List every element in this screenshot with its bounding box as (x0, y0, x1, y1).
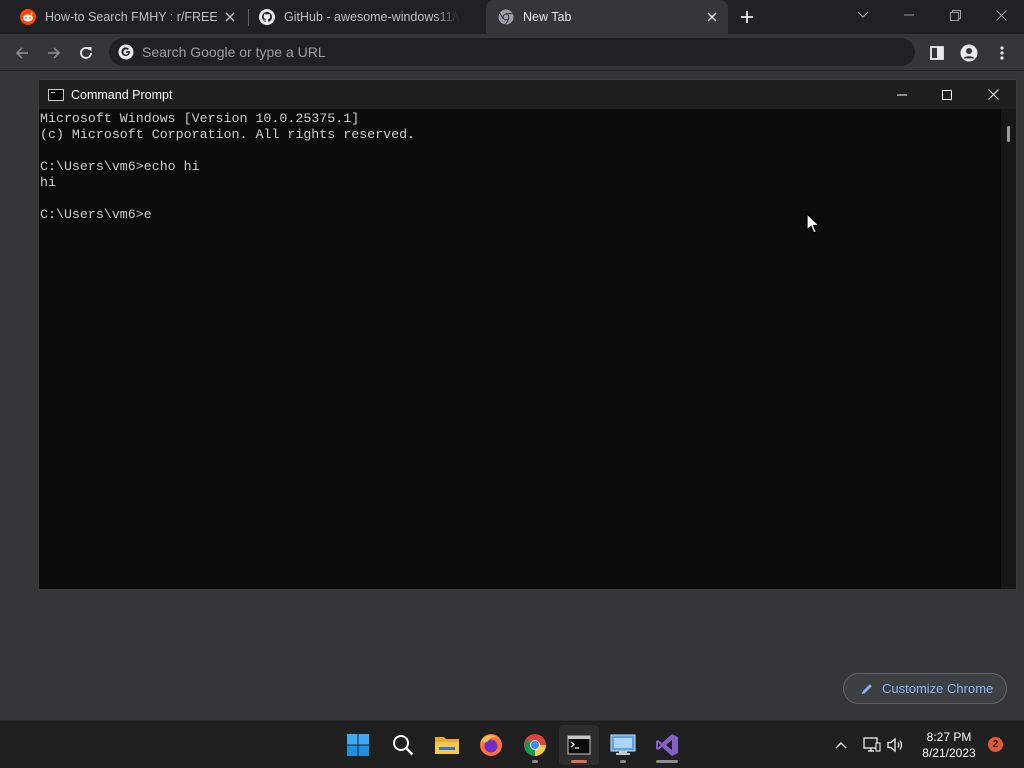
close-icon (987, 89, 999, 100)
pencil-icon (862, 683, 872, 694)
tab-reddit[interactable]: How-to Search FMHY : r/FREEMEDIAHECKYEAH (8, 0, 246, 34)
running-indicator (532, 760, 538, 763)
github-icon (259, 9, 275, 25)
terminal-icon (567, 735, 591, 755)
reddit-icon (20, 9, 36, 25)
cmd-maximize-button[interactable] (924, 80, 970, 109)
plus-icon (741, 11, 753, 23)
tab-github[interactable]: GitHub - awesome-windows11/windows11 (250, 0, 486, 34)
running-indicator (620, 760, 626, 763)
volume-button[interactable] (886, 735, 906, 755)
notification-badge[interactable]: 2 (988, 737, 1003, 752)
chevron-up-icon (835, 742, 847, 749)
kebab-menu-icon (1000, 46, 1004, 60)
maximize-icon (942, 89, 952, 100)
cmd-minimize-button[interactable] (879, 80, 925, 109)
forward-arrow-icon (48, 47, 61, 59)
new-tab-button[interactable] (736, 6, 758, 28)
remote-desktop-icon (610, 734, 636, 755)
search-button[interactable] (383, 725, 423, 765)
chrome-icon (498, 9, 514, 25)
visual-studio-icon (656, 734, 678, 756)
running-indicator (656, 760, 678, 763)
file-explorer-button[interactable] (427, 725, 467, 765)
remote-desktop-button[interactable] (603, 725, 643, 765)
reload-button[interactable] (74, 41, 98, 65)
close-tab-icon[interactable] (222, 9, 238, 25)
taskbar-clock[interactable]: 8:27 PM 8/21/2023 (914, 729, 984, 761)
restore-button[interactable] (932, 0, 978, 30)
side-panel-button[interactable] (925, 41, 949, 65)
forward-button[interactable] (42, 41, 66, 65)
profile-button[interactable] (957, 41, 981, 65)
clock-time: 8:27 PM (926, 730, 972, 744)
firefox-button[interactable] (471, 725, 511, 765)
back-button[interactable] (10, 41, 34, 65)
customize-chrome-label: Customize Chrome (882, 681, 994, 696)
chrome-icon (524, 734, 546, 756)
mouse-pointer-icon (806, 213, 820, 234)
chrome-taskbar-button[interactable] (515, 725, 555, 765)
cmd-scrollbar[interactable] (1001, 109, 1016, 589)
taskbar: 8:27 PM 8/21/2023 2 (0, 720, 1024, 768)
chevron-down-icon (857, 11, 869, 18)
folder-icon (435, 737, 459, 754)
reload-icon (80, 47, 92, 59)
omnibox[interactable] (109, 38, 915, 66)
customize-chrome-button[interactable]: Customize Chrome (843, 673, 1007, 704)
console-line: (c) Microsoft Corporation. All rights re… (40, 127, 416, 142)
profile-icon (960, 44, 978, 62)
firefox-icon (480, 734, 502, 756)
back-arrow-icon (15, 47, 28, 59)
tab-new-tab[interactable]: New Tab (486, 0, 728, 34)
minimize-button[interactable] (886, 0, 932, 30)
cmd-close-button[interactable] (970, 80, 1016, 109)
speaker-icon (887, 737, 903, 753)
chrome-menu-button[interactable] (990, 41, 1014, 65)
browser-toolbar (0, 34, 1024, 71)
close-tab-icon[interactable] (704, 9, 720, 25)
console-line: hi (40, 175, 56, 190)
tab-strip: How-to Search FMHY : r/FREEMEDIAHECKYEAH… (0, 0, 1024, 34)
minimize-icon (897, 94, 907, 95)
command-prompt-taskbar-button[interactable] (559, 725, 599, 765)
command-prompt-window[interactable]: Command Prompt Microsoft Windows [Versio… (38, 79, 1017, 590)
cmd-app-icon (48, 88, 64, 101)
tab-title: How-to Search FMHY : r/FREEMEDIAHECKYEAH (45, 10, 217, 24)
search-icon (393, 735, 414, 756)
console-prompt-line: C:\Users\vm6>e (40, 207, 152, 222)
close-window-button[interactable] (978, 0, 1024, 30)
start-button[interactable] (338, 725, 378, 765)
tab-search-button[interactable] (840, 0, 886, 30)
cmd-scrollbar-thumb[interactable] (1007, 126, 1010, 142)
omnibox-input[interactable] (142, 44, 882, 60)
clock-date: 8/21/2023 (922, 746, 976, 760)
console-line: C:\Users\vm6>echo hi (40, 159, 200, 174)
google-g-icon (118, 44, 134, 60)
tab-title: New Tab (523, 10, 572, 24)
windows-icon (347, 734, 369, 756)
minimize-icon (904, 14, 914, 16)
console-line: Microsoft Windows [Version 10.0.25375.1] (40, 111, 360, 126)
cmd-title-bar[interactable]: Command Prompt (39, 80, 1016, 109)
restore-icon (949, 9, 961, 21)
console-output[interactable]: Microsoft Windows [Version 10.0.25375.1]… (39, 109, 1001, 589)
visual-studio-button[interactable] (647, 725, 687, 765)
cmd-window-title: Command Prompt (71, 87, 173, 102)
side-panel-icon (930, 46, 944, 60)
close-icon (995, 9, 1007, 21)
tab-title: GitHub - awesome-windows11/windows11 (284, 10, 460, 24)
show-hidden-icons-button[interactable] (831, 735, 851, 755)
network-icon (863, 737, 881, 752)
network-button[interactable] (862, 735, 882, 755)
active-indicator (571, 760, 587, 763)
tab-separator (248, 9, 249, 26)
